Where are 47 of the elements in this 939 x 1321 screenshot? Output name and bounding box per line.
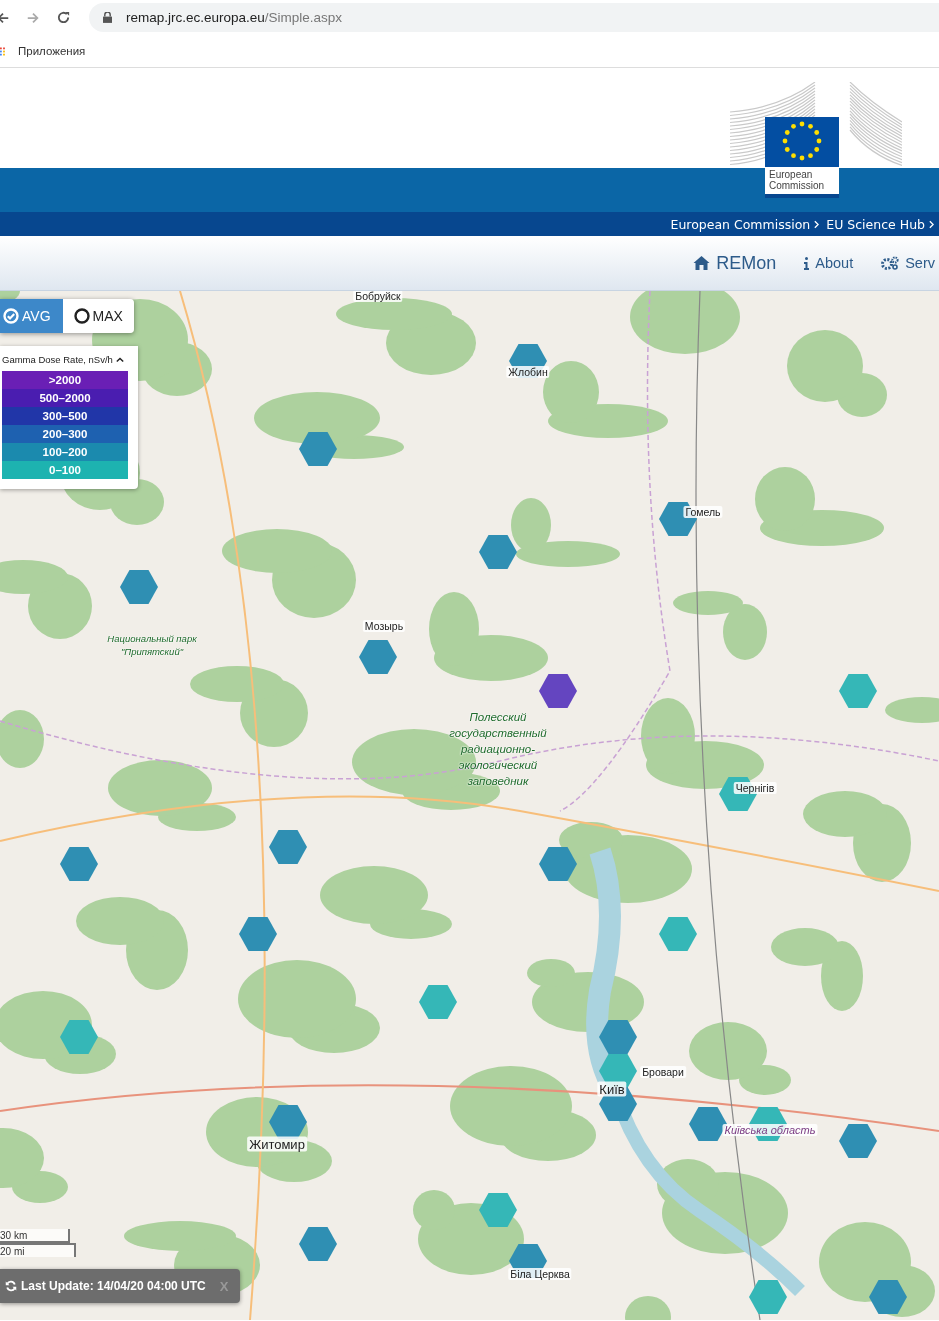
legend-range: 100–200 bbox=[2, 443, 128, 461]
chevron-right-icon bbox=[929, 219, 934, 229]
refresh-icon bbox=[5, 1280, 17, 1292]
reload-icon[interactable] bbox=[56, 10, 71, 25]
legend-toggle[interactable]: Gamma Dose Rate, nSv/h bbox=[0, 346, 124, 371]
legend-range: 0–100 bbox=[2, 461, 128, 479]
gears-icon bbox=[881, 256, 900, 270]
city-label: Чернігів bbox=[733, 782, 777, 794]
city-label: Гомель bbox=[683, 506, 723, 518]
eu-flag-icon bbox=[765, 117, 839, 167]
mode-toggle-button[interactable]: MAX bbox=[62, 299, 134, 333]
nav-link[interactable]: About bbox=[804, 255, 854, 271]
caret-up-icon bbox=[115, 356, 124, 363]
city-label: Біла Церква bbox=[508, 1268, 572, 1280]
logo-caption: European Commission bbox=[765, 167, 839, 198]
back-icon[interactable] bbox=[0, 10, 10, 25]
region-label: Київська область bbox=[722, 1124, 818, 1136]
park-label: Полесский государственный радиационно-экологический заповедник bbox=[448, 710, 548, 789]
nav-link[interactable]: REMon bbox=[693, 252, 777, 274]
last-update-text: Last Update: 14/04/20 04:00 UTC bbox=[21, 1279, 206, 1293]
scale-bar: 30 km bbox=[0, 1229, 70, 1243]
apps-grid-icon bbox=[0, 46, 8, 56]
city-label: Київ bbox=[597, 1081, 627, 1097]
lock-icon bbox=[103, 12, 112, 23]
park-label: Национальный парк "Припятский" bbox=[106, 632, 198, 658]
city-label: Жлобин bbox=[506, 366, 550, 378]
breadcrumb-link[interactable]: EU Science Hub bbox=[826, 216, 925, 232]
chevron-right-icon bbox=[814, 219, 820, 229]
city-label: Житомир bbox=[247, 1136, 307, 1152]
city-label: Бобруйск bbox=[353, 291, 403, 302]
home-icon bbox=[693, 256, 711, 270]
info-icon bbox=[804, 256, 810, 270]
nav-link[interactable]: Serv bbox=[881, 255, 935, 271]
city-label: Бровари bbox=[640, 1066, 686, 1078]
radio-circle-icon bbox=[73, 308, 90, 324]
address-field[interactable]: remap.jrc.ec.europa.eu/Simple.aspx bbox=[89, 3, 939, 32]
breadcrumb-link[interactable]: European Commission bbox=[670, 216, 811, 232]
city-label: Мозырь bbox=[362, 620, 406, 632]
mode-toggle-button[interactable]: AVG bbox=[0, 299, 63, 333]
scale-bar: 20 mi bbox=[0, 1243, 76, 1257]
legend-range: 500–2000 bbox=[2, 389, 128, 407]
legend-range: 200–300 bbox=[2, 425, 128, 443]
legend-range: >2000 bbox=[2, 371, 128, 389]
legend-range: 300–500 bbox=[2, 407, 128, 425]
bookmark-link[interactable]: Приложения bbox=[0, 45, 86, 57]
check-circle-icon bbox=[3, 308, 19, 324]
forward-icon[interactable] bbox=[26, 10, 40, 25]
